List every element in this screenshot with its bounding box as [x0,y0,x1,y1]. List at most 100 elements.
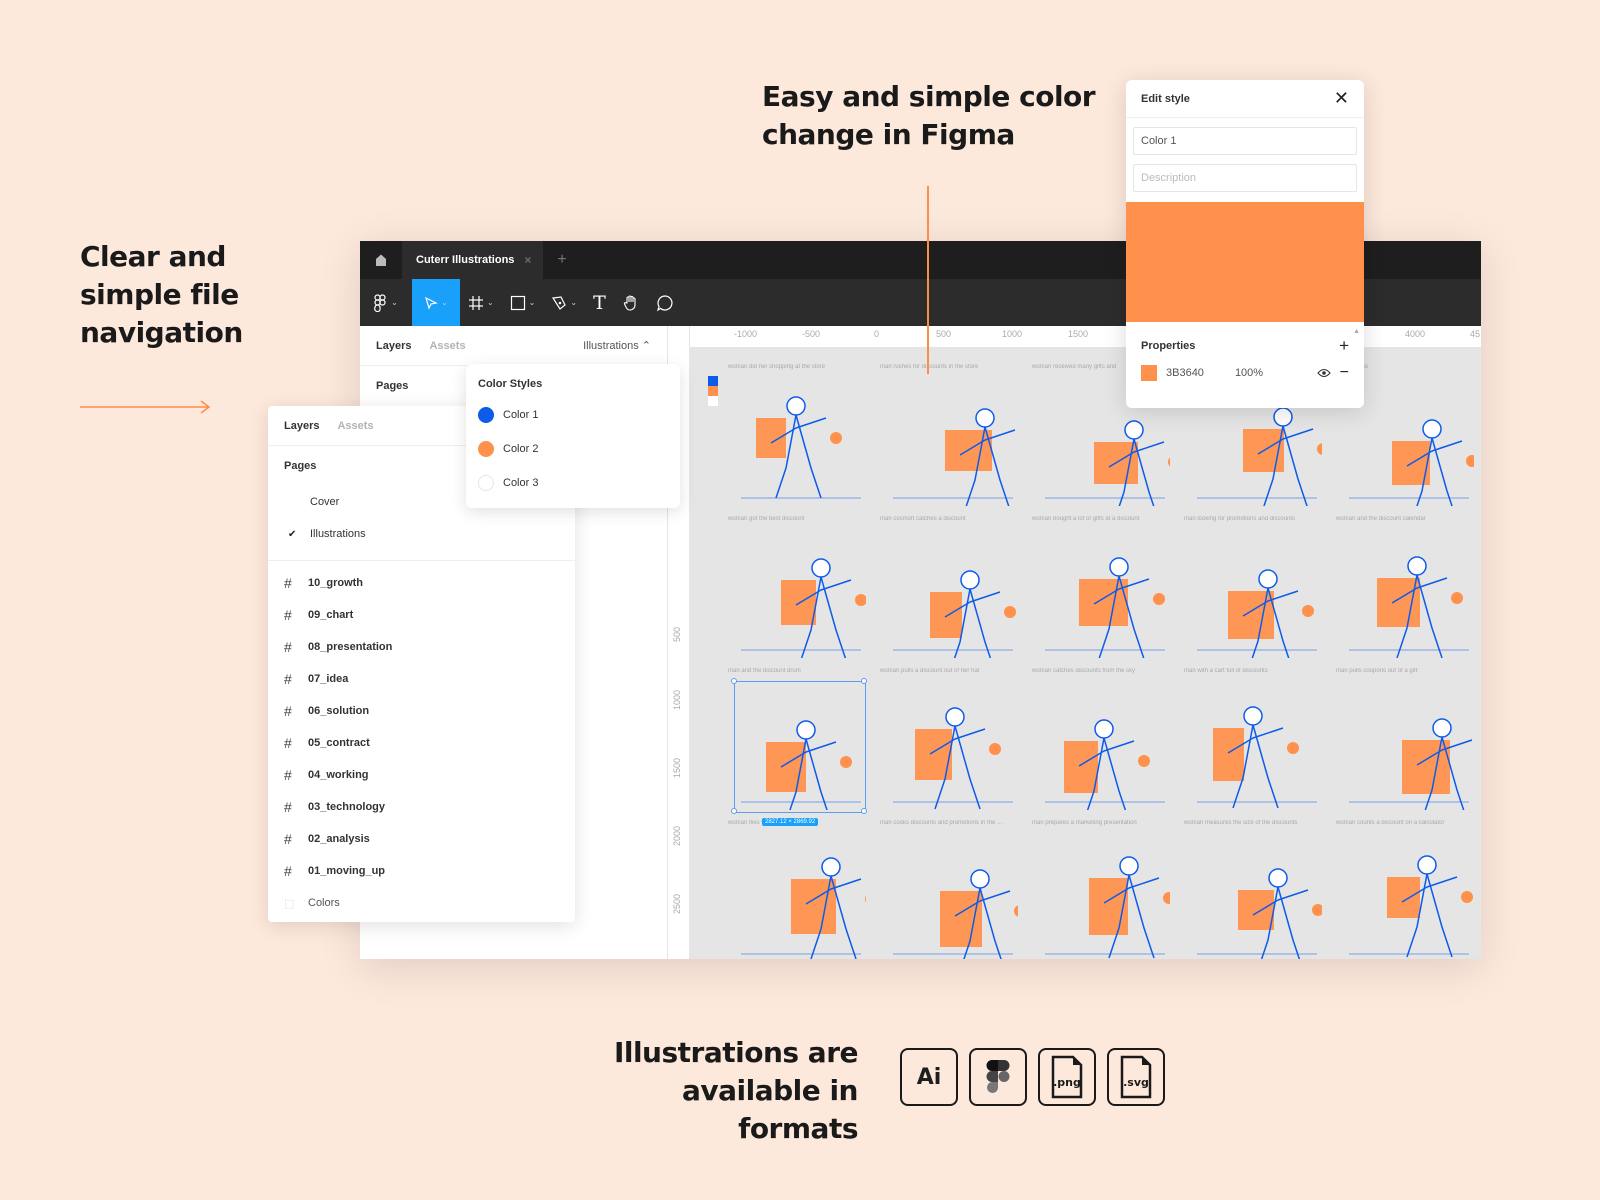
frames-list: #10_growth #09_chart #08_presentation #07_i… [268,560,575,919]
ruler-tick: 2000 [672,825,682,846]
description-input[interactable]: Description [1133,164,1357,192]
selection-box[interactable] [731,678,867,814]
comment-tool[interactable] [648,279,682,326]
illustration-frame[interactable]: woman got the best discount [726,516,878,668]
illustration-frame[interactable]: man cooks discounts and promotions in th… [878,820,1030,959]
ruler-tick: 1000 [672,689,682,710]
home-button[interactable] [360,241,402,279]
tab-layers[interactable]: Layers [376,340,411,352]
remove-property-icon[interactable]: − [1340,364,1349,382]
resize-handle[interactable] [731,808,737,814]
move-tool[interactable]: ⌄ [412,279,460,326]
resize-handle[interactable] [731,678,737,684]
color-style-name: Color 2 [503,443,539,455]
frame-icon: # [284,575,292,591]
frame-layer-item[interactable]: #08_presentation [268,631,575,663]
illustration-frame[interactable]: woman pulls a discount out of her hat [878,668,1030,820]
file-tab-title: Cuterr Illustrations [416,254,515,266]
pen-tool[interactable]: ⌄ [543,279,585,326]
scroll-up-icon[interactable]: ▲ [1353,328,1360,335]
illustration-frame[interactable]: woman did her shopping at the store [726,364,878,516]
illustration-frame[interactable]: woman catches discounts from the sky [1030,668,1182,820]
illustration-image [893,408,1016,506]
frame-layer-item[interactable]: #01_moving_up [268,855,575,887]
pen-icon [552,295,567,310]
frame-layer-item[interactable]: #10_growth [268,567,575,599]
frame-layer-item[interactable]: #06_solution [268,695,575,727]
illustration-frame[interactable]: woman flies with a discount [726,820,878,959]
svg-file-icon: .svg [1107,1048,1165,1106]
close-icon[interactable]: ✕ [1334,88,1349,109]
illustration-frame[interactable]: woman counts a discount on a calculator [1334,820,1481,959]
color-style-item[interactable]: Color 3 [478,466,668,500]
main-menu-button[interactable]: ⌄ [360,279,412,326]
illustration-label: man prepares a marketing presentation [1032,820,1137,826]
color-style-item[interactable]: Color 1 [478,398,668,432]
illustration-image [1045,557,1165,658]
fill-swatch[interactable] [1141,365,1157,381]
close-tab-icon[interactable]: × [524,253,531,267]
chevron-down-icon: ⌄ [570,298,578,307]
eye-icon[interactable] [1316,368,1331,378]
ruler-tick: -500 [802,329,821,339]
illustrator-icon: Ai [900,1048,958,1106]
tab-assets[interactable]: Assets [429,340,465,352]
color-style-item[interactable]: Color 2 [478,432,668,466]
illustration-label: woman pulls a discount out of her hat [880,668,980,674]
ruler-tick: -1000 [734,329,758,339]
illustration-frame[interactable]: woman and the discount calendar [1334,516,1481,668]
illustration-frame[interactable]: man cosmoft catches a discount [878,516,1030,668]
illustration-label: woman bought a lot of gifts at a discoun… [1032,516,1140,522]
frame-layer-item[interactable]: #03_technology [268,791,575,823]
illustration-image [893,570,1016,658]
add-property-icon[interactable]: + [1339,336,1349,356]
frame-layer-item[interactable]: #05_contract [268,727,575,759]
properties-label: Properties [1141,340,1196,352]
chevron-down-icon: ⌄ [391,298,398,307]
tab-layers[interactable]: Layers [284,420,319,432]
frame-layer-item[interactable]: #04_working [268,759,575,791]
tab-assets[interactable]: Assets [337,420,373,432]
file-tab[interactable]: Cuterr Illustrations × [402,241,544,279]
illustration-image [1349,556,1469,658]
resize-handle[interactable] [861,808,867,814]
page-item-illustrations[interactable]: ✔ Illustrations [268,518,575,550]
text-tool[interactable]: T [585,279,614,326]
ruler-tick: 0 [874,329,880,339]
illustration-frame[interactable]: man and the discount drum 2827.12 × 2869.… [726,668,878,826]
illustration-frame[interactable]: man pulls coupons out of a gift [1334,668,1481,820]
frame-layer-item[interactable]: #07_idea [268,663,575,695]
colors-layer-item[interactable]: ⬚ Colors [268,887,575,919]
illustration-image [741,396,861,499]
illustration-frame[interactable]: man prepares a marketing presentation [1030,820,1182,959]
frame-tool[interactable]: ⌄ [460,279,502,326]
style-name-input[interactable]: Color 1 [1133,127,1357,155]
hand-tool[interactable] [614,279,648,326]
illustration-image [1197,706,1317,809]
illustration-grid: woman did her shopping at the store man r… [726,364,1481,959]
illustration-frame[interactable]: woman bought a lot of gifts at a discoun… [1030,516,1182,668]
frame-layer-item[interactable]: #02_analysis [268,823,575,855]
frame-icon: # [284,735,292,751]
color-style-name: Color 3 [503,477,539,489]
illustration-label: woman catches discounts from the sky [1032,668,1136,674]
ruler-tick: 500 [672,626,682,642]
fill-hex[interactable]: 3B3640 [1166,367,1204,379]
illustration-label: man and the discount drum [728,668,801,674]
rectangle-tool[interactable]: ⌄ [502,279,544,326]
hand-icon [623,294,636,311]
resize-handle[interactable] [861,678,867,684]
color-dot-icon [478,441,494,457]
fill-opacity[interactable]: 100% [1235,367,1263,379]
canvas[interactable]: woman did her shopping at the store man r… [690,348,1481,959]
page-selector[interactable]: Illustrations ⌃ [583,339,651,352]
add-tab-button[interactable]: + [557,251,566,269]
illustration-frame[interactable]: woman measures the size of the discounts [1182,820,1334,959]
illustration-frame[interactable]: man with a cart full of discounts [1182,668,1334,820]
illustration-frame[interactable]: man looking for promotions and discounts [1182,516,1334,668]
frame-name: 09_chart [308,609,354,621]
frame-icon: # [284,767,292,783]
illustration-frame[interactable]: man rushes for discounts in the store [878,364,1030,516]
frame-layer-item[interactable]: #09_chart [268,599,575,631]
frame-name: 02_analysis [308,833,370,845]
